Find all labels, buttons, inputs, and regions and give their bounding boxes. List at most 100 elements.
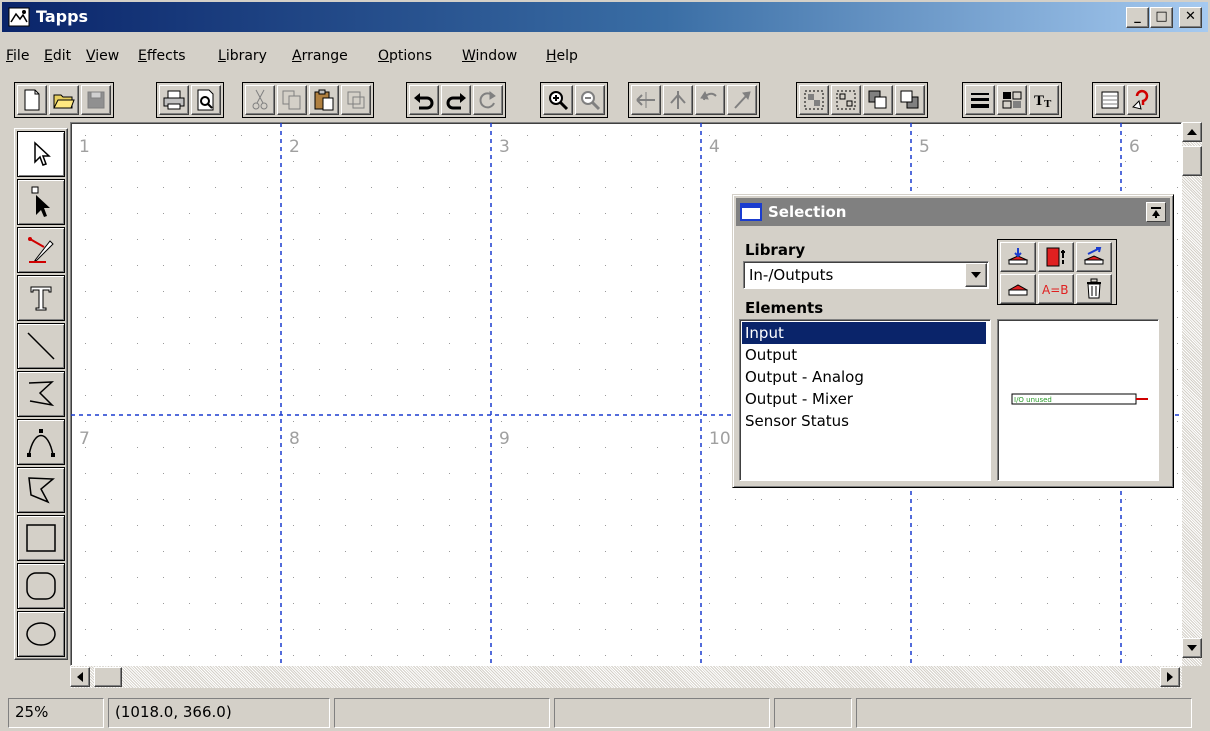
rounded-rect-tool[interactable] — [17, 563, 65, 609]
menu-help[interactable]: Help — [546, 48, 578, 64]
flip-vertical-button[interactable] — [663, 85, 693, 115]
page-number-2: 2 — [289, 137, 300, 157]
horizontal-scrollbar[interactable] — [70, 666, 1182, 688]
cut-button[interactable] — [245, 85, 275, 115]
text-style-button[interactable]: TT — [1029, 85, 1059, 115]
list-item-output-mixer[interactable]: Output - Mixer — [742, 388, 986, 410]
copy-icon — [282, 90, 301, 110]
rotate-left-button[interactable] — [695, 85, 725, 115]
direct-select-tool[interactable] — [17, 179, 65, 225]
ungroup-button[interactable] — [831, 85, 861, 115]
menu-edit[interactable]: Edit — [44, 48, 71, 64]
select-tool[interactable] — [17, 131, 65, 177]
ellipse-tool[interactable] — [17, 611, 65, 657]
undo-button[interactable] — [409, 85, 439, 115]
duplicate-icon — [347, 91, 365, 109]
send-back-button[interactable] — [895, 85, 925, 115]
elements-list[interactable]: Input Output Output - Analog Output - Mi… — [739, 319, 991, 481]
rename-button[interactable]: A=B — [1038, 274, 1074, 304]
page-number-9: 9 — [499, 429, 510, 449]
svg-text:I/O unused: I/O unused — [1014, 396, 1052, 404]
selection-panel-title-bar[interactable]: Selection — [736, 198, 1170, 226]
rotate-right-button[interactable] — [727, 85, 757, 115]
window-icon — [740, 203, 762, 221]
menu-options[interactable]: Options — [378, 48, 432, 64]
copy-button[interactable] — [277, 85, 307, 115]
title-bar[interactable]: Tapps _ □ ✕ — [2, 2, 1208, 32]
status-pane-3 — [334, 698, 550, 728]
polyline-icon — [28, 381, 55, 407]
connect-tool[interactable] — [17, 227, 65, 273]
zoom-out-icon — [581, 91, 601, 111]
menu-file[interactable]: File — [6, 48, 29, 64]
bring-front-button[interactable] — [863, 85, 893, 115]
bezier-curve-icon — [27, 429, 55, 457]
list-item-output[interactable]: Output — [742, 344, 986, 366]
new-button[interactable] — [17, 85, 47, 115]
scroll-up-button[interactable] — [1182, 122, 1202, 142]
duplicate-button[interactable] — [341, 85, 371, 115]
fill-pattern-icon — [1002, 91, 1022, 109]
polyline-tool[interactable] — [17, 371, 65, 417]
scroll-left-button[interactable] — [70, 667, 90, 687]
zoom-out-button[interactable] — [575, 85, 605, 115]
import-library-button[interactable] — [1000, 242, 1036, 272]
redo-button[interactable] — [441, 85, 471, 115]
redo-arrow-icon — [446, 93, 466, 110]
open-library-button[interactable] — [1000, 274, 1036, 304]
fill-pattern-button[interactable] — [997, 85, 1027, 115]
zoom-in-icon — [549, 91, 569, 111]
print-preview-icon — [197, 89, 214, 111]
filled-pointer-icon — [31, 186, 50, 217]
save-button[interactable] — [81, 85, 111, 115]
flip-horizontal-button[interactable] — [631, 85, 661, 115]
menu-view[interactable]: View — [86, 48, 119, 64]
group-button[interactable] — [799, 85, 829, 115]
menu-window[interactable]: Window — [462, 48, 517, 64]
bring-front-icon — [868, 90, 887, 109]
print-button[interactable] — [159, 85, 189, 115]
list-item-input[interactable]: Input — [742, 322, 986, 344]
menu-bar: File Edit View Effects Library Arrange O… — [2, 46, 1208, 70]
library-info-button[interactable] — [1038, 242, 1074, 272]
menu-effects[interactable]: Effects — [138, 48, 186, 64]
grid-button[interactable] — [1095, 85, 1125, 115]
maximize-button[interactable]: □ — [1150, 7, 1173, 28]
print-preview-button[interactable] — [191, 85, 221, 115]
status-pane-4 — [554, 698, 770, 728]
scroll-right-button[interactable] — [1160, 667, 1180, 687]
vertical-scroll-thumb[interactable] — [1182, 146, 1202, 176]
dock-button[interactable] — [1146, 202, 1166, 222]
paste-button[interactable] — [309, 85, 339, 115]
vertical-scrollbar[interactable] — [1182, 122, 1202, 666]
export-library-button[interactable] — [1076, 242, 1112, 272]
book-import-icon — [1007, 248, 1029, 265]
list-item-output-analog[interactable]: Output - Analog — [742, 366, 986, 388]
open-button[interactable] — [49, 85, 79, 115]
scroll-down-button[interactable] — [1182, 638, 1202, 658]
library-select[interactable]: In-/Outputs — [743, 261, 989, 289]
help-pointer-button[interactable] — [1127, 85, 1157, 115]
minimize-button[interactable]: _ — [1126, 7, 1149, 28]
menu-library[interactable]: Library — [218, 48, 267, 64]
line-tool[interactable] — [17, 323, 65, 369]
print-group — [156, 82, 224, 118]
delete-button[interactable] — [1076, 274, 1112, 304]
horizontal-scroll-thumb[interactable] — [94, 667, 122, 687]
zoom-in-button[interactable] — [543, 85, 573, 115]
status-bar: 25% (1018.0, 366.0) — [0, 696, 1210, 731]
bezier-tool[interactable] — [17, 419, 65, 465]
dock-up-icon — [1151, 207, 1161, 218]
menu-arrange[interactable]: Arrange — [292, 48, 348, 64]
polygon-tool[interactable] — [17, 467, 65, 513]
text-tool[interactable] — [17, 275, 65, 321]
help-icon — [1132, 89, 1149, 110]
close-button[interactable]: ✕ — [1179, 7, 1202, 28]
repeat-button[interactable] — [473, 85, 503, 115]
connector-pen-icon — [28, 237, 54, 263]
chevron-down-icon — [971, 272, 981, 278]
rectangle-tool[interactable] — [17, 515, 65, 561]
library-dropdown-button[interactable] — [965, 263, 987, 287]
list-item-sensor-status[interactable]: Sensor Status — [742, 410, 986, 432]
line-style-button[interactable] — [965, 85, 995, 115]
